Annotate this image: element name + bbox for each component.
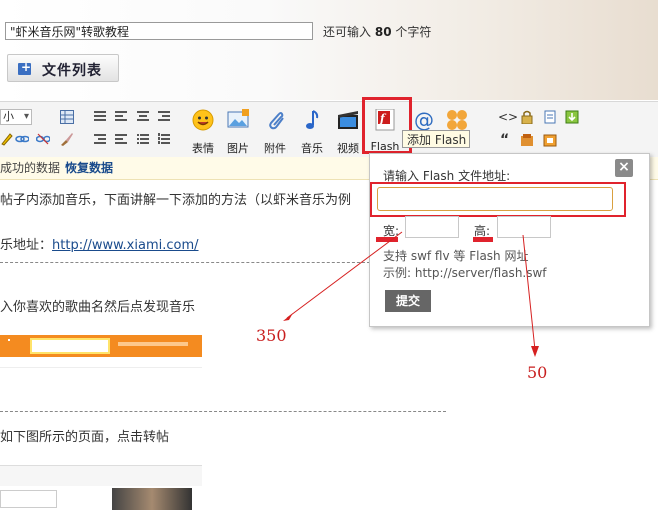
height-arrow-head <box>531 346 539 357</box>
width-arrow-line <box>286 231 403 319</box>
width-annotation: 350 <box>256 326 287 345</box>
annotation-arrows <box>283 231 539 357</box>
height-annotation: 50 <box>527 363 548 382</box>
width-arrow-head <box>283 313 293 321</box>
height-arrow-line <box>522 234 536 351</box>
